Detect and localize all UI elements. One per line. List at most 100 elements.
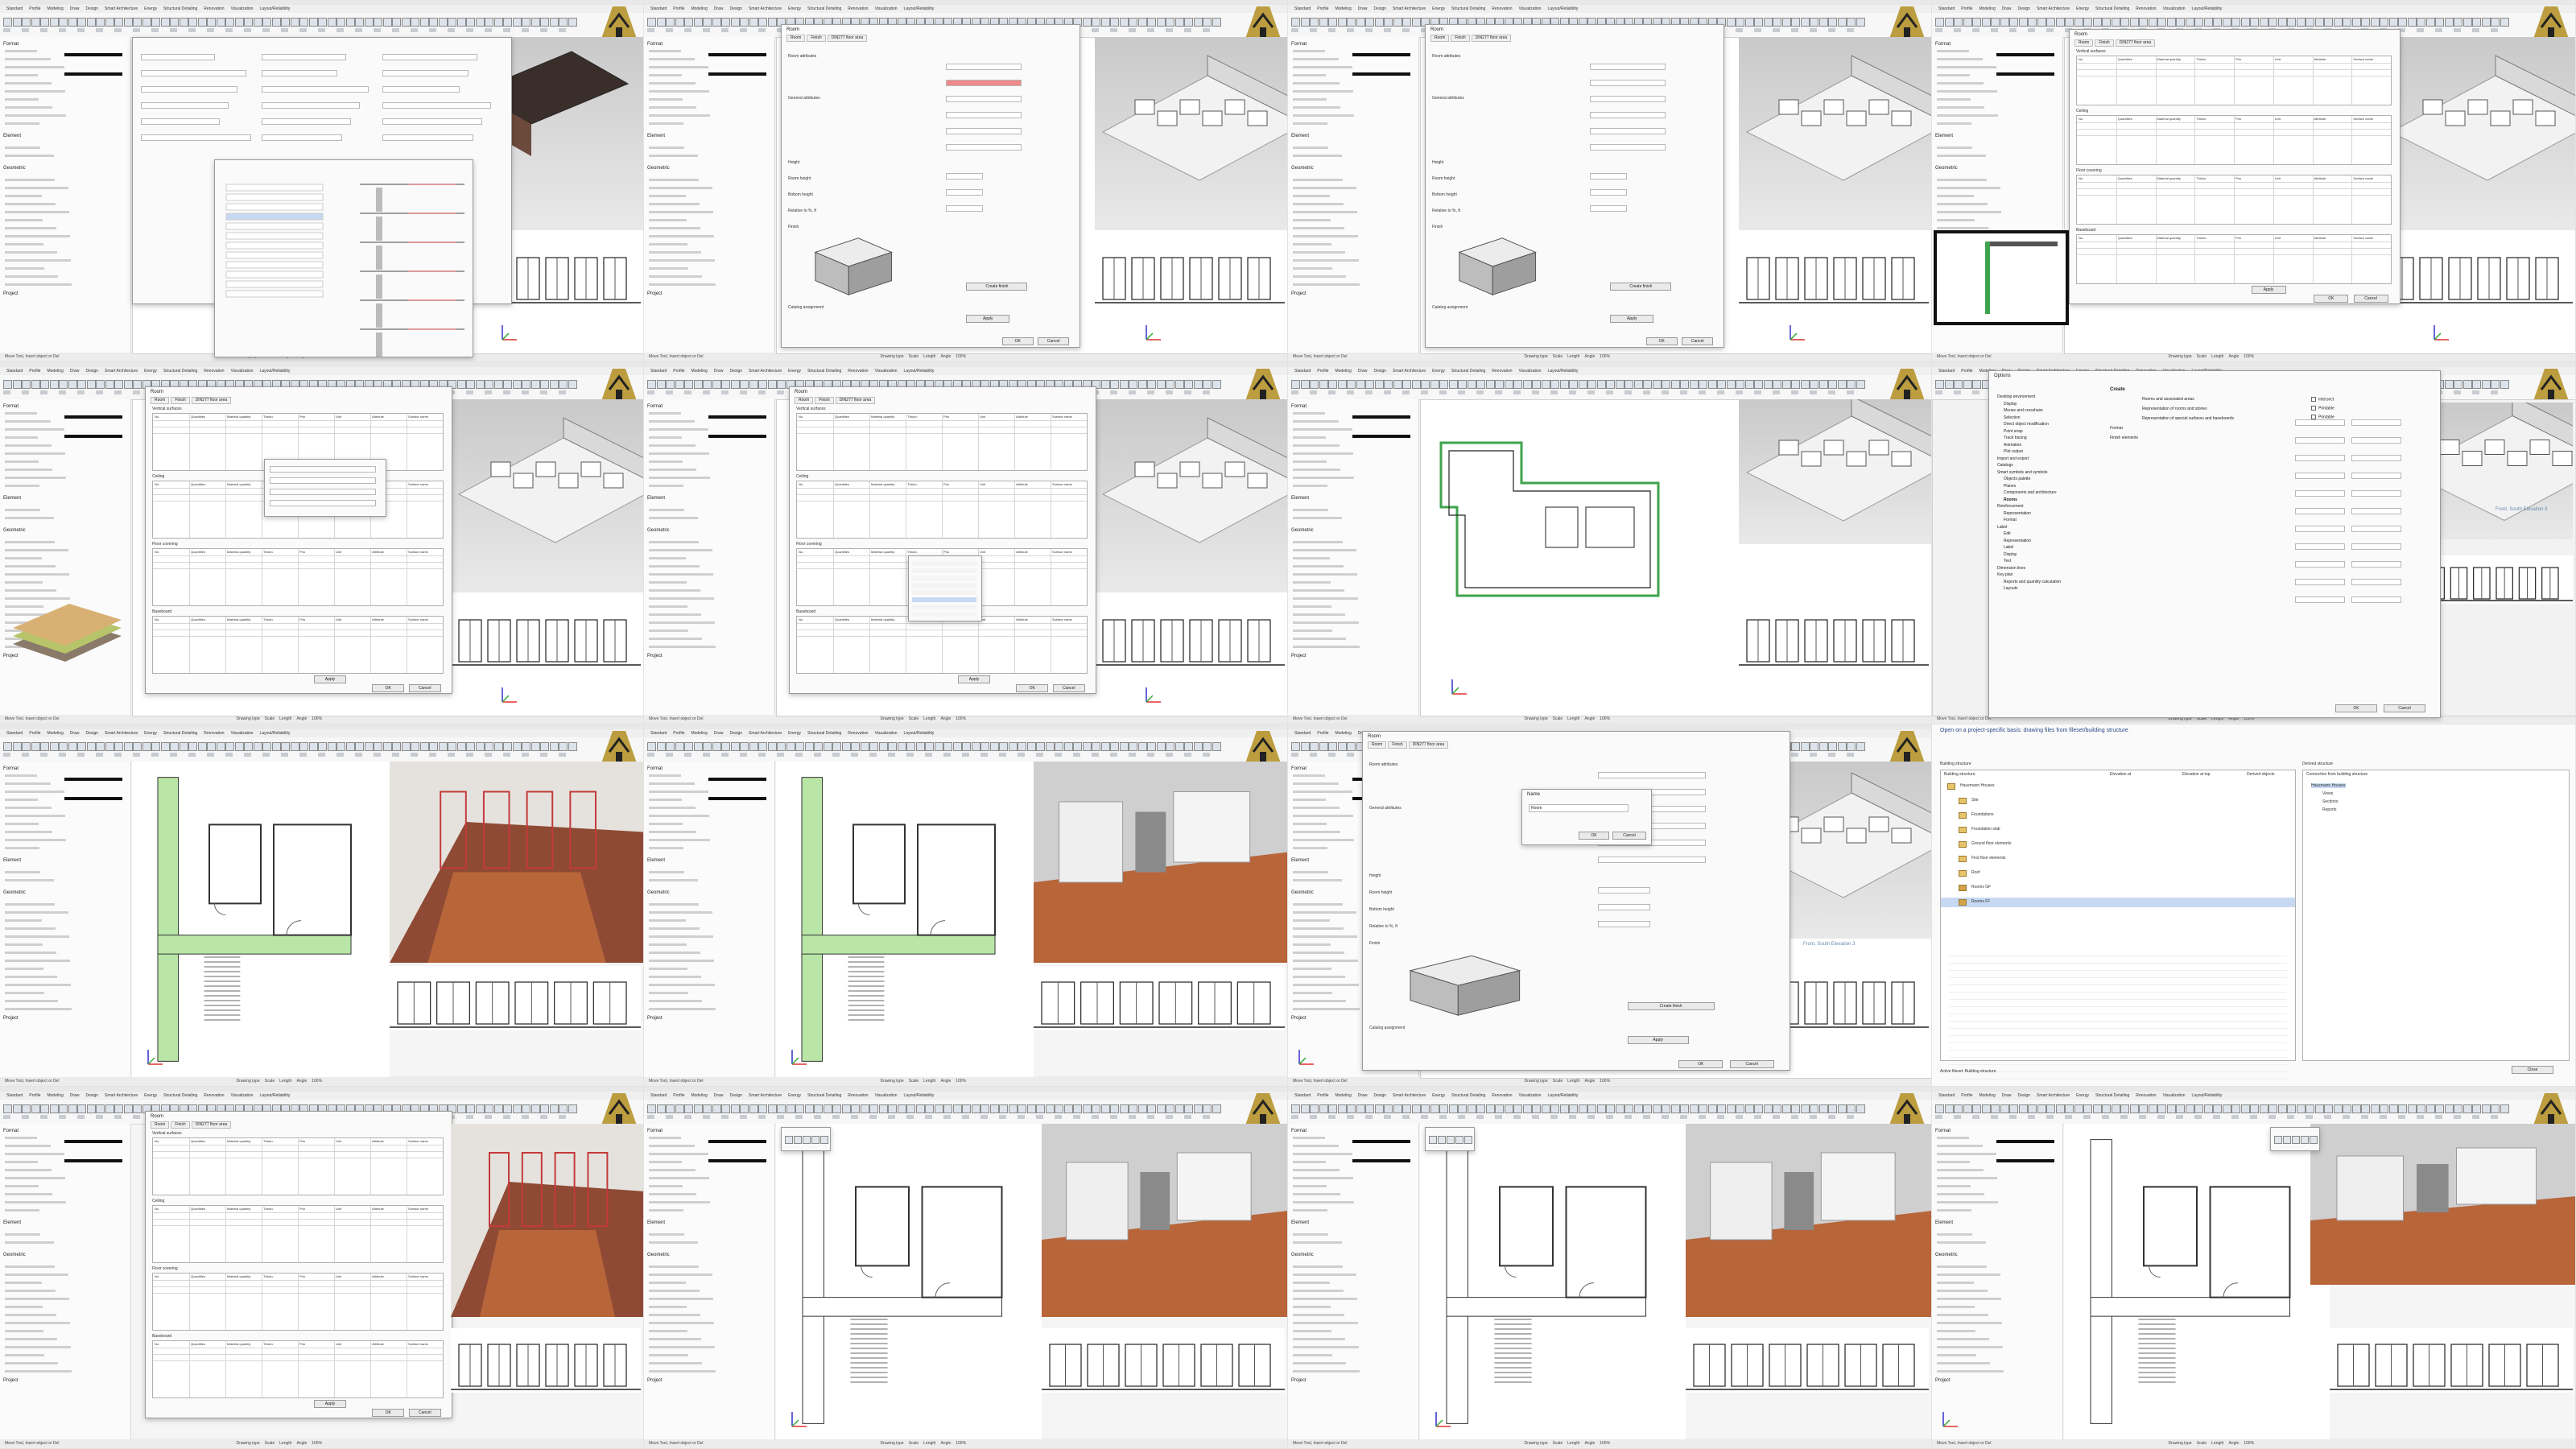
menu-item[interactable]: Layout/Reliability xyxy=(904,369,935,374)
tool-icon[interactable] xyxy=(1680,1115,1687,1119)
tool-icon[interactable] xyxy=(1166,28,1173,32)
palette-row[interactable] xyxy=(649,1169,696,1171)
tool-icon[interactable] xyxy=(503,742,512,751)
tool-icon[interactable] xyxy=(1147,390,1154,394)
tool-icon[interactable] xyxy=(466,742,475,751)
tool-icon[interactable] xyxy=(1754,1115,1761,1119)
tool-icon[interactable] xyxy=(59,28,66,32)
tool-icon[interactable] xyxy=(2481,380,2491,389)
tool-icon[interactable] xyxy=(1476,380,1485,389)
tool-icon[interactable] xyxy=(2417,18,2425,27)
tool-icon[interactable] xyxy=(2111,1104,2120,1113)
tool-icon[interactable] xyxy=(1624,390,1632,394)
menu-item[interactable]: Smart Architecture xyxy=(2037,6,2070,11)
menu-item[interactable]: Modeling xyxy=(691,1093,707,1098)
ok-button[interactable]: OK xyxy=(2314,295,2349,303)
menu-item[interactable]: Draw xyxy=(2002,6,2012,11)
palette-row[interactable] xyxy=(5,203,56,205)
tool-icon[interactable] xyxy=(1828,753,1835,757)
tool-icon[interactable] xyxy=(1119,742,1129,751)
tool-icon[interactable] xyxy=(1643,1104,1652,1113)
palette-section-title[interactable]: Geometric xyxy=(3,890,26,895)
palette-row[interactable] xyxy=(1293,831,1340,833)
tool-icon[interactable] xyxy=(1291,18,1300,27)
palette-row[interactable] xyxy=(1937,1330,1975,1332)
tool-icon[interactable] xyxy=(1606,390,1613,394)
tool-icon[interactable] xyxy=(1643,380,1652,389)
menu-item[interactable]: Modeling xyxy=(47,6,63,11)
tool-icon[interactable] xyxy=(22,1104,31,1113)
tool-icon[interactable] xyxy=(512,1104,522,1113)
dialog-field[interactable] xyxy=(1597,904,1651,911)
tool-icon[interactable] xyxy=(1754,390,1761,394)
palette-row[interactable] xyxy=(1937,1177,1997,1179)
tool-icon[interactable] xyxy=(3,28,10,32)
palette-row[interactable] xyxy=(5,1169,52,1171)
tool-icon[interactable] xyxy=(3,18,12,27)
tool-icon[interactable] xyxy=(40,18,49,27)
tool-icon[interactable] xyxy=(1393,18,1402,27)
tool-icon[interactable] xyxy=(1166,1104,1174,1113)
palette-row[interactable] xyxy=(5,1145,51,1147)
tool-icon[interactable] xyxy=(1365,28,1373,32)
tool-icon[interactable] xyxy=(703,390,710,394)
tool-icon[interactable] xyxy=(2500,1104,2509,1113)
structure-row[interactable]: Site xyxy=(1941,796,2295,806)
palette-row[interactable] xyxy=(1293,1306,1331,1308)
tool-icon[interactable] xyxy=(1063,742,1073,751)
tool-icon[interactable] xyxy=(336,753,344,757)
tool-icon[interactable] xyxy=(105,380,114,389)
tool-icon[interactable] xyxy=(530,18,540,27)
palette-row[interactable] xyxy=(649,541,699,543)
tool-icon[interactable] xyxy=(2435,1104,2444,1113)
menu-item[interactable]: Design xyxy=(85,1093,98,1098)
palette-row[interactable] xyxy=(1937,1193,1984,1195)
palette-row[interactable] xyxy=(1937,1145,1983,1147)
tool-icon[interactable] xyxy=(1421,1115,1428,1119)
tool-icon[interactable] xyxy=(1439,380,1448,389)
tool-icon[interactable] xyxy=(466,18,475,27)
tool-icon[interactable] xyxy=(374,28,381,32)
palette-row[interactable] xyxy=(5,952,56,954)
options-tree-item[interactable]: Components and architecture xyxy=(1997,489,2102,497)
palette-row[interactable] xyxy=(1293,911,1356,914)
tool-icon[interactable] xyxy=(2120,1104,2129,1113)
palette-row[interactable] xyxy=(1937,1354,1976,1356)
pen-color-swatch[interactable] xyxy=(708,778,766,781)
palette-row[interactable] xyxy=(1937,82,1984,85)
tool-icon[interactable] xyxy=(1365,18,1374,27)
tool-icon[interactable] xyxy=(2370,1104,2380,1113)
tool-icon[interactable] xyxy=(1744,380,1754,389)
palette-section-title[interactable]: Element xyxy=(647,134,665,138)
palette-row[interactable] xyxy=(1293,1177,1353,1179)
tool-icon[interactable] xyxy=(971,742,980,751)
tool-icon[interactable] xyxy=(2083,1115,2091,1119)
dialog-field[interactable] xyxy=(141,70,246,76)
tool-icon[interactable] xyxy=(2283,1136,2291,1144)
tool-icon[interactable] xyxy=(1847,742,1856,751)
tool-icon[interactable] xyxy=(2046,18,2055,27)
palette-row[interactable] xyxy=(5,90,65,93)
menu-item[interactable]: Modeling xyxy=(1335,1093,1351,1098)
tool-icon[interactable] xyxy=(540,1104,549,1113)
menu-item[interactable]: Smart Architecture xyxy=(749,369,782,374)
tool-icon[interactable] xyxy=(684,742,693,751)
palette-row[interactable] xyxy=(649,1282,686,1284)
options-field[interactable] xyxy=(2295,419,2345,426)
palette-row[interactable] xyxy=(5,839,66,841)
palette-row[interactable] xyxy=(1293,799,1326,801)
palette-section-title[interactable]: Element xyxy=(3,1220,21,1225)
palette-row[interactable] xyxy=(5,799,38,801)
palette-row[interactable] xyxy=(1293,943,1331,946)
dialog-tab[interactable]: DIN277 floor area xyxy=(827,35,868,42)
tool-icon[interactable] xyxy=(989,742,999,751)
palette-row[interactable] xyxy=(649,1346,715,1348)
elevation-view[interactable] xyxy=(2420,555,2573,604)
tool-icon[interactable] xyxy=(795,742,804,751)
tool-icon[interactable] xyxy=(1736,1104,1744,1113)
options-tree-item[interactable]: Animation xyxy=(1997,442,2102,449)
palette-row[interactable] xyxy=(1293,82,1340,85)
palette-row[interactable] xyxy=(1293,106,1340,109)
tool-icon[interactable] xyxy=(281,28,288,32)
tool-icon[interactable] xyxy=(207,742,216,751)
